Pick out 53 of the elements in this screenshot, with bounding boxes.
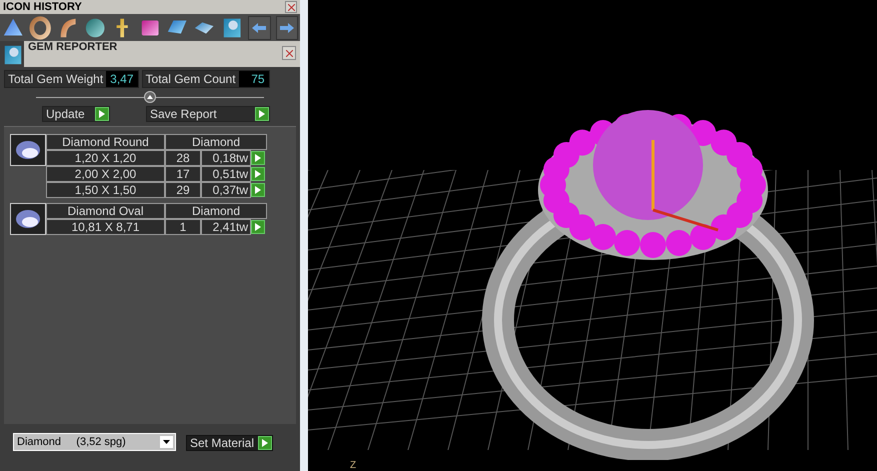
play-icon (251, 220, 265, 234)
left-arrow-icon (252, 22, 266, 32)
gem-weight: 2,41tw (201, 219, 251, 235)
gem-count: 29 (165, 182, 201, 198)
action-button[interactable]: Save Report (146, 106, 270, 122)
panel-title: GEM REPORTER (28, 42, 118, 55)
gem-count: 28 (165, 150, 201, 166)
gem-weight: 0,18tw (201, 150, 251, 166)
dropdown-value: Diamond (3,52 spg) (17, 436, 126, 448)
gem-size: 1,20 X 1,20 (46, 150, 165, 166)
material-dropdown[interactable]: Diamond (3,52 spg) (13, 433, 176, 451)
total-value: 3,47 (106, 71, 138, 87)
gem-weight: 0,51tw (201, 166, 251, 182)
ring-icon[interactable] (29, 16, 52, 40)
select-gems-button[interactable] (251, 151, 265, 165)
close-button[interactable] (285, 1, 297, 13)
close-icon (286, 50, 292, 56)
gem-icon (15, 140, 41, 160)
gem-material: Diamond (165, 134, 267, 150)
play-icon (258, 436, 272, 450)
play-icon (95, 107, 109, 121)
back-button[interactable] (248, 16, 271, 40)
select-gems-button[interactable] (251, 183, 265, 197)
collapse-handle-icon[interactable] (144, 91, 156, 103)
gem-shape: Diamond Round (46, 134, 165, 150)
gem-icon (15, 209, 41, 229)
gem-count: 17 (165, 166, 201, 182)
action-button[interactable]: Update (42, 106, 110, 122)
close-icon (288, 4, 294, 10)
axis-label: Z (350, 461, 356, 471)
total-label: Total Gem Weight (5, 71, 106, 87)
gem-size: 10,81 X 8,71 (46, 219, 165, 235)
select-gems-button[interactable] (251, 167, 265, 181)
gem-size: 1,50 X 1,50 (46, 182, 165, 198)
gem-count: 1 (165, 219, 201, 235)
select-gems-button[interactable] (251, 220, 265, 234)
play-icon (251, 151, 265, 165)
gem-material: Diamond (165, 203, 267, 219)
gem-shape: Diamond Oval (46, 203, 165, 219)
gem-size: 2,00 X 2,00 (46, 166, 165, 182)
play-icon (251, 183, 265, 197)
total-label: Total Gem Count (142, 71, 239, 87)
panel-title: ICON HISTORY (3, 2, 82, 12)
play-icon (255, 107, 269, 121)
total-value: 75 (238, 71, 269, 87)
gem-weight: 0,37tw (201, 182, 251, 198)
close-button[interactable] (282, 46, 296, 60)
report-icon[interactable] (2, 43, 24, 67)
play-icon (251, 167, 265, 181)
set-material-button[interactable]: Set Material (186, 435, 274, 451)
forward-button[interactable] (276, 16, 298, 40)
sphere-icon[interactable] (84, 16, 106, 40)
right-arrow-icon (280, 22, 294, 32)
